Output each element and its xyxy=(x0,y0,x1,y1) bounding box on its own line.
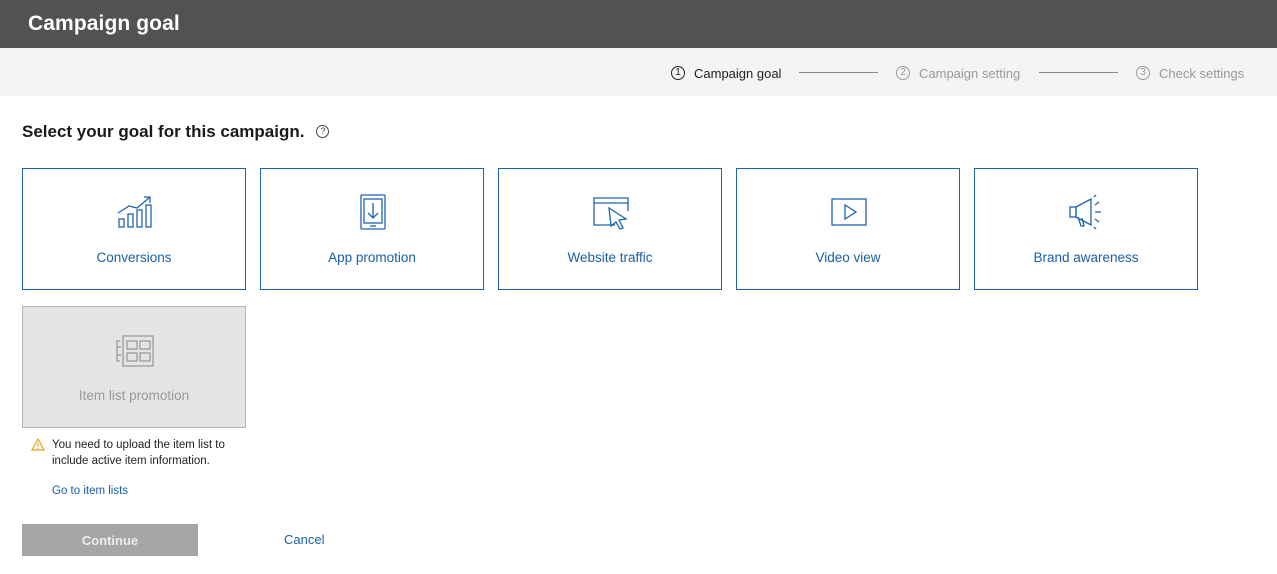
goal-label: Website traffic xyxy=(567,250,653,265)
goal-label: App promotion xyxy=(328,250,416,265)
step-check-settings: 3 Check settings xyxy=(1136,65,1244,81)
step-connector xyxy=(1039,72,1118,73)
megaphone-icon xyxy=(1069,194,1101,230)
goal-heading: Select your goal for this campaign. xyxy=(22,122,305,141)
item-grid-icon xyxy=(116,335,154,367)
help-icon[interactable]: ? xyxy=(316,124,330,138)
bar-chart-trend-icon xyxy=(117,196,152,228)
goal-label: Conversions xyxy=(96,250,172,265)
step-campaign-setting: 2 Campaign setting xyxy=(896,65,1020,81)
continue-button[interactable]: Continue xyxy=(22,524,198,556)
goal-card-website-traffic[interactable]: Website traffic xyxy=(498,168,722,290)
title-bar: Campaign goal xyxy=(0,0,1277,48)
step-campaign-goal: 1 Campaign goal xyxy=(671,65,781,81)
goal-label: Item list promotion xyxy=(78,388,190,403)
step-label: Campaign setting xyxy=(919,65,1021,81)
goal-card-conversions[interactable]: Conversions xyxy=(22,168,246,290)
step-progress-bar: 1 Campaign goal 2 Campaign setting 3 Che… xyxy=(0,48,1277,96)
play-video-icon xyxy=(831,198,867,226)
warning-text: You need to upload the item list to incl… xyxy=(52,439,225,467)
go-to-item-lists-link[interactable]: Go to item lists xyxy=(52,485,128,497)
mobile-download-icon xyxy=(360,194,386,230)
step-number: 2 xyxy=(896,66,910,80)
step-number: 3 xyxy=(1136,66,1150,80)
warning-icon xyxy=(31,438,45,451)
goal-card-video-view[interactable]: Video view xyxy=(736,168,960,290)
goal-label: Brand awareness xyxy=(1033,250,1139,265)
step-connector xyxy=(799,72,878,73)
page-title: Campaign goal xyxy=(28,12,180,35)
goal-card-item-list-promotion: Item list promotion xyxy=(22,306,246,428)
step-number: 1 xyxy=(671,66,685,80)
goal-label: Video view xyxy=(815,250,881,265)
browser-cursor-icon xyxy=(593,197,629,230)
step-label: Campaign goal xyxy=(694,65,782,81)
cancel-button[interactable]: Cancel xyxy=(284,532,324,547)
step-label: Check settings xyxy=(1159,65,1245,81)
goal-card-app-promotion[interactable]: App promotion xyxy=(260,168,484,290)
goal-card-brand-awareness[interactable]: Brand awareness xyxy=(974,168,1198,290)
section-heading: Select your goal for this campaign. ? xyxy=(22,122,330,142)
